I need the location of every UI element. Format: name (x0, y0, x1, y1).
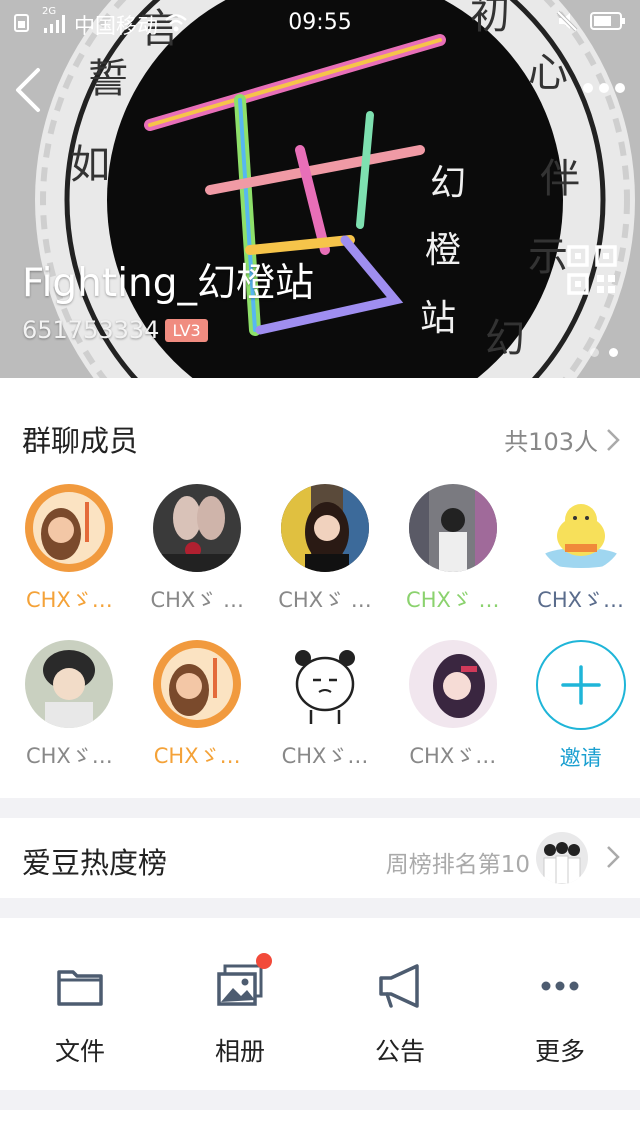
level-badge: LV3 (165, 318, 208, 342)
member-row: CHXゞ… CHXゞ … CHXゞ … CHXゞ … CHXゞ… (0, 484, 640, 640)
svg-text:誓: 誓 (88, 56, 128, 102)
member-name: CHXゞ … (278, 588, 372, 612)
members-count: 共103人 (504, 428, 598, 456)
member-name: CHXゞ… (537, 588, 624, 612)
member-item[interactable]: CHXゞ… (138, 640, 257, 796)
group-id: 651753334 (22, 316, 160, 344)
member-avatar[interactable] (153, 484, 242, 572)
svg-text:伴: 伴 (540, 156, 580, 202)
member-name: CHXゞ… (281, 744, 369, 768)
qr-code-icon (567, 245, 617, 295)
more-dots-icon (541, 981, 579, 991)
members-title: 群聊成员 (22, 424, 139, 458)
plus-icon (560, 665, 601, 705)
megaphone-icon (379, 964, 419, 1008)
page-dot-active (609, 348, 618, 357)
status-time: 09:55 (288, 10, 352, 35)
ranking-title: 爱豆热度榜 (22, 846, 168, 880)
action-label: 公告 (374, 1037, 425, 1066)
action-label: 文件 (54, 1037, 105, 1066)
group-header: 幻 橙 站 如 誓 言 初 心 伴 示 幻 2G 中国移动 09:55 Figh… (0, 0, 640, 378)
ranking-idol-photo (536, 832, 588, 884)
member-avatar[interactable] (280, 484, 369, 572)
folder-icon (57, 970, 103, 1006)
chevron-right-icon (607, 428, 620, 451)
battery-icon (590, 11, 626, 35)
more-dots-icon (583, 83, 625, 93)
back-button[interactable] (10, 66, 50, 114)
member-item[interactable]: CHXゞ… (266, 640, 385, 796)
member-item[interactable]: CHXゞ… (393, 640, 512, 796)
status-bar: 2G 中国移动 09:55 (0, 0, 640, 44)
invite-member-button[interactable]: 邀请 (521, 640, 640, 796)
member-item[interactable]: CHXゞ… (10, 640, 129, 796)
svg-text:心: 心 (528, 50, 568, 96)
files-button[interactable]: 文件 (0, 918, 160, 1090)
photo-album-icon (217, 964, 263, 1006)
member-name: CHXゞ… (25, 744, 113, 768)
member-avatar-grid: CHXゞ… CHXゞ … CHXゞ … CHXゞ … CHXゞ… CHXゞ… C… (0, 484, 640, 796)
new-photos-notification-dot (256, 953, 272, 969)
member-item[interactable]: CHXゞ … (393, 484, 512, 640)
member-avatar[interactable] (536, 484, 625, 572)
member-name: CHXゞ … (406, 588, 500, 612)
svg-text:幻: 幻 (430, 163, 466, 204)
member-name: CHXゞ… (153, 744, 241, 768)
invite-label: 邀请 (559, 746, 602, 770)
svg-text:示: 示 (528, 234, 568, 280)
more-actions-button[interactable]: 更多 (480, 918, 640, 1090)
member-avatar[interactable] (408, 640, 497, 728)
ranking-text: 周榜排名第10 (385, 852, 530, 878)
svg-text:橙: 橙 (425, 230, 461, 271)
member-item[interactable]: CHXゞ … (138, 484, 257, 640)
action-label: 更多 (534, 1037, 585, 1066)
member-avatar[interactable] (153, 640, 242, 728)
status-right (556, 10, 626, 36)
svg-text:幻: 幻 (485, 316, 525, 362)
qr-code-button[interactable] (566, 244, 618, 296)
page-dot (590, 348, 599, 357)
member-avatar[interactable] (25, 484, 114, 572)
member-name: CHXゞ… (25, 588, 113, 612)
group-id-row: 651753334 LV3 (22, 316, 208, 344)
chevron-right-icon (607, 846, 620, 868)
invite-circle[interactable] (535, 640, 626, 730)
member-item[interactable]: CHXゞ … (266, 484, 385, 640)
group-members-section: 群聊成员 共103人 CHXゞ… CHXゞ … CHXゞ … CHXゞ … CH… (0, 378, 640, 798)
member-avatar[interactable] (280, 640, 369, 728)
mute-icon (556, 10, 578, 36)
quick-actions: 文件 相册 公告 更多 (0, 918, 640, 1090)
member-item[interactable]: CHXゞ… (10, 484, 129, 640)
group-name: Fighting_幻橙站 (22, 261, 315, 306)
members-count-link[interactable]: 共103人 (504, 422, 620, 457)
member-name: CHXゞ … (150, 588, 244, 612)
next-section-card (0, 1110, 640, 1138)
announcement-button[interactable]: 公告 (320, 918, 480, 1090)
idol-ranking-row[interactable]: 爱豆热度榜 周榜排名第10 (0, 818, 640, 898)
chevron-left-icon (16, 68, 40, 112)
action-label: 相册 (214, 1037, 265, 1066)
member-avatar[interactable] (25, 640, 114, 728)
album-button[interactable]: 相册 (160, 918, 320, 1090)
svg-text:站: 站 (420, 298, 456, 339)
member-avatar[interactable] (408, 484, 497, 572)
svg-text:如: 如 (70, 142, 110, 188)
banner-page-indicator (590, 348, 618, 357)
more-options-button[interactable] (582, 78, 626, 98)
member-item[interactable]: CHXゞ… (521, 484, 640, 640)
member-row: CHXゞ… CHXゞ… CHXゞ… CHXゞ… 邀请 (0, 640, 640, 796)
member-name: CHXゞ… (409, 744, 497, 768)
